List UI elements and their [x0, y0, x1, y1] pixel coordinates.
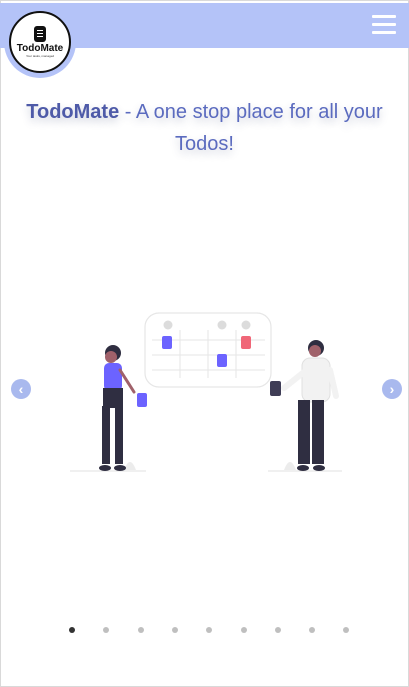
logo-badge: TodoMate Your tasks, managed — [9, 11, 71, 73]
headline-brand: TodoMate — [26, 101, 120, 123]
carousel-dot[interactable] — [274, 627, 281, 633]
clipboard-icon — [34, 26, 46, 42]
page-headline: TodoMate - A one stop place for all your… — [0, 96, 409, 160]
logo[interactable]: TodoMate Your tasks, managed — [4, 6, 76, 78]
carousel-dot[interactable] — [69, 627, 75, 633]
headline-text: - A one stop place for all your Todos! — [119, 101, 383, 155]
carousel-dot[interactable] — [343, 627, 350, 633]
carousel-dot[interactable] — [137, 627, 144, 633]
carousel-dot[interactable] — [240, 627, 247, 633]
logo-tagline: Your tasks, managed — [25, 54, 55, 58]
carousel-dot[interactable] — [309, 627, 316, 633]
carousel-next-button[interactable]: › — [382, 379, 402, 399]
carousel-dot[interactable] — [206, 627, 213, 633]
carousel-dot[interactable] — [171, 627, 178, 633]
carousel: ‹ › — [0, 300, 409, 490]
carousel-indicators — [0, 627, 409, 637]
hamburger-menu-icon[interactable] — [372, 15, 396, 37]
logo-title: TodoMate — [16, 43, 64, 54]
carousel-prev-button[interactable]: ‹ — [11, 379, 31, 399]
people-calendar-illustration — [70, 312, 342, 472]
carousel-dot[interactable] — [103, 627, 110, 633]
